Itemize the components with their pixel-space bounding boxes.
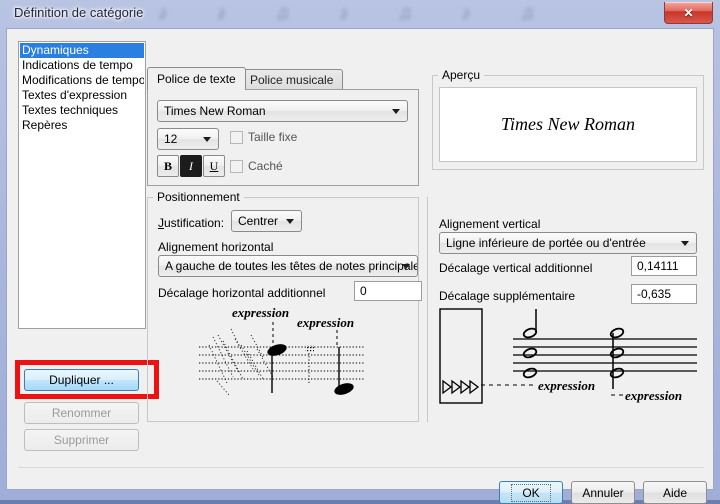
justification-value: Centrer [238, 214, 279, 228]
horizontal-alignment-combobox[interactable]: A gauche de toutes les têtes de notes pr… [158, 255, 418, 277]
underline-button[interactable]: U [203, 155, 225, 177]
vertical-alignment-label: Alignement vertical [439, 217, 541, 231]
checkbox-box [230, 130, 243, 144]
tab-police-musicale[interactable]: Police musicale [240, 69, 344, 90]
fixed-size-checkbox[interactable]: Taille fixe [230, 130, 297, 144]
ok-button[interactable]: OK [499, 481, 563, 504]
preview-sample-text: Times New Roman [500, 114, 635, 134]
panel-divider [427, 197, 428, 422]
list-item[interactable]: Repères [20, 118, 144, 133]
delete-button: Supprimer [24, 429, 139, 451]
hidden-label: Caché [248, 159, 283, 173]
expression-text-4: expression [625, 388, 682, 403]
font-tab-panel: Times New Roman 12 Taille fixe B I U Cac… [147, 89, 419, 186]
font-family-value: Times New Roman [164, 104, 266, 118]
cancel-button[interactable]: Annuler [571, 481, 635, 504]
category-listbox[interactable]: Dynamiques Indications de tempo Modifica… [18, 41, 146, 329]
bottom-divider [18, 467, 704, 468]
notation-svg-left: expression expression [199, 305, 365, 396]
titlebar: ♪ ♪ ♫ ♪ ♫ ♪ ♫ Définition de catégorie ✕ [0, 0, 720, 28]
horizontal-offset-input[interactable]: 0 [354, 281, 422, 301]
italic-button[interactable]: I [180, 155, 202, 177]
dialog-client-area: Dynamiques Indications de tempo Modifica… [6, 28, 714, 504]
list-item[interactable]: Textes d'expression [20, 88, 144, 103]
vertical-offset-label: Décalage vertical additionnel [439, 261, 593, 275]
vertical-alignment-value: Ligne inférieure de portée ou d'entrée [446, 236, 646, 250]
font-family-combobox[interactable]: Times New Roman [157, 100, 408, 122]
chevron-down-icon [392, 109, 400, 114]
list-item[interactable]: Indications de tempo [20, 58, 144, 73]
titlebar-music-notes-backdrop: ♪ ♪ ♫ ♪ ♫ ♪ ♫ [158, 3, 557, 24]
ok-button-label: OK [511, 483, 551, 502]
notation-svg-right: expression expression [439, 308, 697, 404]
horizontal-alignment-value: A gauche de toutes les têtes de notes pr… [165, 259, 418, 273]
hidden-checkbox[interactable]: Caché [230, 159, 283, 173]
chevron-down-icon [681, 241, 689, 246]
vertical-offset-input[interactable]: 0,14111 [631, 256, 697, 276]
horizontal-alignment-label: Alignement horizontal [158, 240, 274, 254]
positioning-group-title: Positionnement [153, 190, 244, 204]
tab-police-de-texte[interactable]: Police de texte [147, 67, 246, 90]
close-icon[interactable]: ✕ [664, 2, 713, 24]
expression-text-1: expression [232, 305, 289, 320]
list-item[interactable]: Textes techniques [20, 103, 144, 118]
extra-offset-input[interactable]: -0,635 [631, 284, 697, 304]
font-size-combobox[interactable]: 12 [157, 128, 219, 150]
list-item[interactable]: Modifications de tempo [20, 73, 144, 88]
help-button[interactable]: Aide [643, 481, 707, 504]
rename-button: Renommer [24, 402, 139, 424]
chevron-down-icon [203, 137, 211, 142]
font-size-value: 12 [164, 132, 178, 146]
horizontal-offset-value: 0 [360, 284, 367, 298]
horizontal-notation-preview: expression expression [187, 305, 397, 413]
vertical-alignment-combobox[interactable]: Ligne inférieure de portée ou d'entrée [439, 232, 697, 254]
justification-label: Justification: [158, 216, 224, 230]
dialog-window: ♪ ♪ ♫ ♪ ♫ ♪ ♫ Définition de catégorie ✕ … [0, 0, 720, 504]
tabstrip: Police de texte Police musicale [147, 67, 419, 90]
list-item[interactable]: Dynamiques [20, 43, 144, 58]
extra-offset-label: Décalage supplémentaire [439, 289, 576, 303]
chevron-down-icon [402, 264, 410, 269]
font-preview-box: Times New Roman [439, 87, 697, 162]
justification-label-rest: ustification: [164, 216, 225, 230]
vertical-offset-value: 0,14111 [637, 259, 679, 273]
chevron-down-icon [286, 219, 294, 224]
extra-offset-value: -0,635 [637, 287, 672, 301]
vertical-notation-preview: expression expression [435, 307, 705, 418]
expression-text-3: expression [538, 378, 595, 393]
checkbox-box [230, 159, 243, 173]
window-title: Définition de catégorie [14, 5, 144, 20]
horizontal-offset-label: Décalage horizontal additionnel [158, 286, 326, 300]
justification-combobox[interactable]: Centrer [231, 210, 302, 232]
fixed-size-label: Taille fixe [248, 130, 298, 144]
expression-text-2: expression [297, 315, 354, 330]
preview-group-title: Aperçu [438, 68, 485, 82]
duplicate-button[interactable]: Dupliquer ... [24, 369, 139, 391]
bold-button[interactable]: B [157, 155, 179, 177]
